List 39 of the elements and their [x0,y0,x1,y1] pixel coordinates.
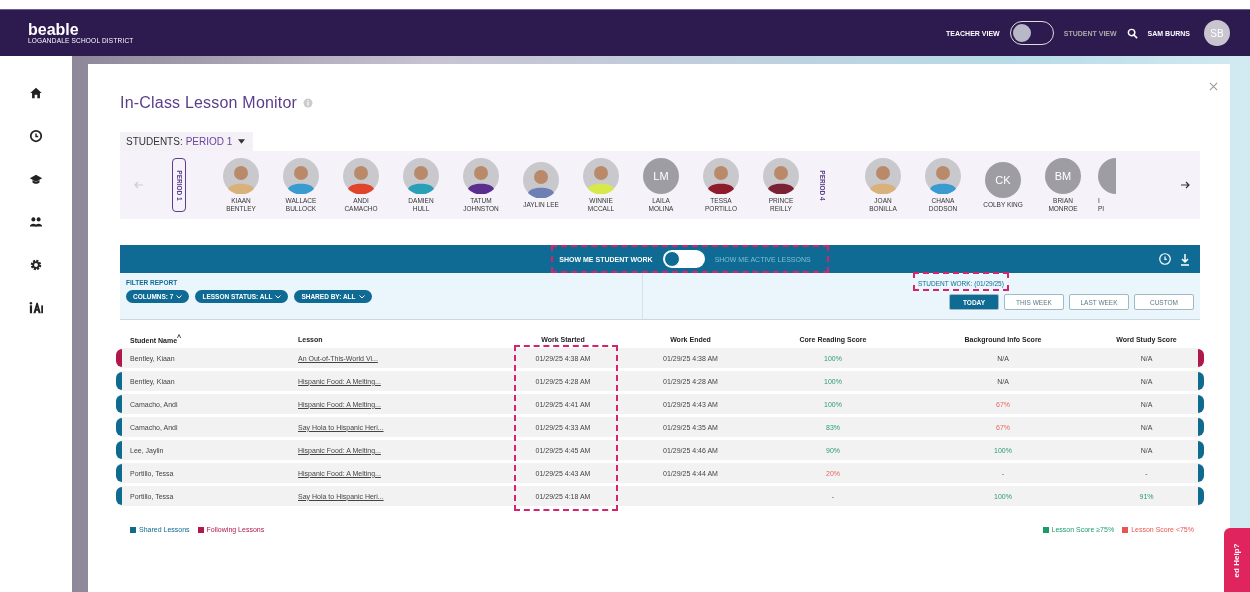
download-icon[interactable] [1180,252,1190,266]
student-avatar[interactable] [703,157,739,194]
chevron-down-icon [275,294,282,299]
caret-icon [238,139,246,144]
row-marker [116,418,122,436]
row-marker [1198,372,1204,390]
row-marker [1198,464,1204,482]
home-icon[interactable] [29,86,43,100]
student-avatar[interactable] [763,157,799,194]
settings-icon[interactable] [29,258,43,272]
row-marker [116,464,122,482]
row-marker [1198,487,1204,505]
search-icon[interactable] [1126,27,1138,39]
view-toggle[interactable] [1009,21,1054,45]
row-marker [116,349,122,367]
row-marker [116,372,122,390]
chevron-down-icon [176,294,183,299]
row-marker [1198,395,1204,413]
row-marker [1198,418,1204,436]
help-tab[interactable]: ed Help? [1224,528,1250,592]
mode-toggle[interactable] [662,250,705,268]
row-marker [116,395,122,413]
clock-icon[interactable] [29,129,43,143]
row-marker [1198,349,1204,367]
row-marker [116,441,122,459]
chevron-down-icon [358,294,365,299]
student-avatar[interactable] [463,157,499,194]
people-icon[interactable] [29,215,43,229]
page-title: In-Class Lesson Monitor [120,94,298,112]
logo-text[interactable]: beable [28,22,134,37]
row-marker [116,487,122,505]
arrow-right-icon[interactable] [1180,181,1190,189]
history-icon[interactable] [1158,252,1172,266]
student-avatar[interactable] [343,157,379,194]
graduation-cap-icon[interactable] [29,172,43,186]
row-marker [1198,441,1204,459]
close-icon[interactable] [1209,82,1218,91]
ai-icon[interactable] [29,301,43,315]
students-dropdown[interactable]: STUDENTS: PERIOD 1 [120,132,254,151]
